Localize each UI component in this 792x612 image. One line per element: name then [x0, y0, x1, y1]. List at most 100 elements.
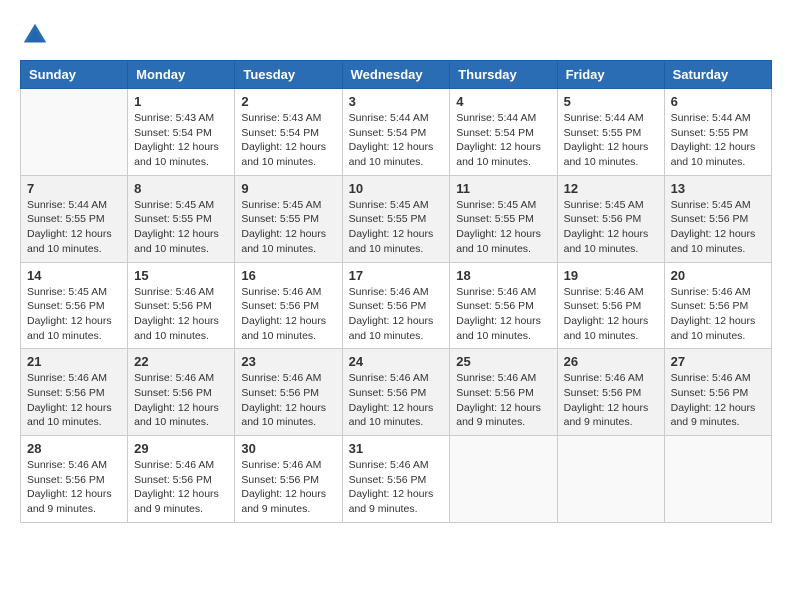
- calendar-header-row: SundayMondayTuesdayWednesdayThursdayFrid…: [21, 61, 772, 89]
- calendar-cell: 13Sunrise: 5:45 AM Sunset: 5:56 PM Dayli…: [664, 175, 771, 262]
- day-number: 20: [671, 268, 765, 283]
- day-info: Sunrise: 5:44 AM Sunset: 5:54 PM Dayligh…: [456, 111, 550, 170]
- logo: [20, 20, 54, 50]
- day-number: 16: [241, 268, 335, 283]
- day-info: Sunrise: 5:45 AM Sunset: 5:55 PM Dayligh…: [241, 198, 335, 257]
- calendar-header-wednesday: Wednesday: [342, 61, 450, 89]
- day-info: Sunrise: 5:46 AM Sunset: 5:56 PM Dayligh…: [349, 285, 444, 344]
- day-number: 28: [27, 441, 121, 456]
- calendar-header-monday: Monday: [128, 61, 235, 89]
- calendar-cell: [21, 89, 128, 176]
- day-info: Sunrise: 5:45 AM Sunset: 5:55 PM Dayligh…: [456, 198, 550, 257]
- day-number: 31: [349, 441, 444, 456]
- day-number: 13: [671, 181, 765, 196]
- logo-icon: [20, 20, 50, 50]
- calendar-header-tuesday: Tuesday: [235, 61, 342, 89]
- calendar-cell: 19 Sunrise: 5:46 AM Sunset: 5:56 PM Dayli…: [557, 262, 664, 349]
- calendar-header-thursday: Thursday: [450, 61, 557, 89]
- day-number: 26: [564, 354, 658, 369]
- day-number: 19: [564, 268, 658, 283]
- calendar-cell: 20 Sunrise: 5:46 AM Sunset: 5:56 PM Dayli…: [664, 262, 771, 349]
- calendar-header-friday: Friday: [557, 61, 664, 89]
- day-number: 12: [564, 181, 658, 196]
- day-info: Sunrise: 5:44 AM Sunset: 5:55 PM Dayligh…: [564, 111, 658, 170]
- day-info: Sunrise: 5:46 AM Sunset: 5:56 PM Dayligh…: [241, 285, 335, 344]
- calendar-cell: [664, 436, 771, 523]
- day-number: 10: [349, 181, 444, 196]
- day-info: Sunrise: 5:44 AM Sunset: 5:55 PM Dayligh…: [27, 198, 121, 257]
- day-info: Sunrise: 5:46 AM Sunset: 5:56 PM Dayligh…: [564, 371, 658, 430]
- day-info: Sunrise: 5:46 AM Sunset: 5:56 PM Dayligh…: [27, 458, 121, 517]
- calendar-cell: [557, 436, 664, 523]
- calendar-cell: 21 Sunrise: 5:46 AM Sunset: 5:56 PM Dayli…: [21, 349, 128, 436]
- day-info: Sunrise: 5:45 AM Sunset: 5:55 PM Dayligh…: [349, 198, 444, 257]
- day-number: 11: [456, 181, 550, 196]
- day-info: Sunrise: 5:46 AM Sunset: 5:56 PM Dayligh…: [456, 285, 550, 344]
- calendar-cell: 4Sunrise: 5:44 AM Sunset: 5:54 PM Daylig…: [450, 89, 557, 176]
- calendar-cell: 31Sunrise: 5:46 AM Sunset: 5:56 PM Dayli…: [342, 436, 450, 523]
- day-number: 24: [349, 354, 444, 369]
- calendar-week-row: 21 Sunrise: 5:46 AM Sunset: 5:56 PM Dayli…: [21, 349, 772, 436]
- calendar-cell: 23 Sunrise: 5:46 AM Sunset: 5:56 PM Dayli…: [235, 349, 342, 436]
- day-info: Sunrise: 5:46 AM Sunset: 5:56 PM Dayligh…: [134, 458, 228, 517]
- calendar-cell: 28 Sunrise: 5:46 AM Sunset: 5:56 PM Dayli…: [21, 436, 128, 523]
- day-info: Sunrise: 5:43 AM Sunset: 5:54 PM Dayligh…: [134, 111, 228, 170]
- calendar-cell: 3 Sunrise: 5:44 AM Sunset: 5:54 PM Daylig…: [342, 89, 450, 176]
- day-info: Sunrise: 5:45 AM Sunset: 5:55 PM Dayligh…: [134, 198, 228, 257]
- day-number: 22: [134, 354, 228, 369]
- calendar-cell: 12Sunrise: 5:45 AM Sunset: 5:56 PM Dayli…: [557, 175, 664, 262]
- day-info: Sunrise: 5:46 AM Sunset: 5:56 PM Dayligh…: [671, 285, 765, 344]
- day-number: 2: [241, 94, 335, 109]
- day-info: Sunrise: 5:45 AM Sunset: 5:56 PM Dayligh…: [27, 285, 121, 344]
- calendar-header-sunday: Sunday: [21, 61, 128, 89]
- day-number: 14: [27, 268, 121, 283]
- day-number: 5: [564, 94, 658, 109]
- calendar-cell: 14 Sunrise: 5:45 AM Sunset: 5:56 PM Dayli…: [21, 262, 128, 349]
- calendar-cell: 29 Sunrise: 5:46 AM Sunset: 5:56 PM Dayli…: [128, 436, 235, 523]
- calendar-week-row: 7 Sunrise: 5:44 AM Sunset: 5:55 PM Daylig…: [21, 175, 772, 262]
- calendar-cell: [450, 436, 557, 523]
- day-number: 27: [671, 354, 765, 369]
- day-info: Sunrise: 5:46 AM Sunset: 5:56 PM Dayligh…: [241, 458, 335, 517]
- calendar-cell: 24 Sunrise: 5:46 AM Sunset: 5:56 PM Dayli…: [342, 349, 450, 436]
- day-number: 23: [241, 354, 335, 369]
- calendar-header-saturday: Saturday: [664, 61, 771, 89]
- day-number: 7: [27, 181, 121, 196]
- day-info: Sunrise: 5:46 AM Sunset: 5:56 PM Dayligh…: [134, 371, 228, 430]
- day-number: 1: [134, 94, 228, 109]
- day-number: 6: [671, 94, 765, 109]
- day-info: Sunrise: 5:46 AM Sunset: 5:56 PM Dayligh…: [564, 285, 658, 344]
- page-header: [20, 20, 772, 50]
- day-number: 3: [349, 94, 444, 109]
- calendar-cell: 16 Sunrise: 5:46 AM Sunset: 5:56 PM Dayli…: [235, 262, 342, 349]
- calendar-cell: 17Sunrise: 5:46 AM Sunset: 5:56 PM Dayli…: [342, 262, 450, 349]
- calendar-cell: 30 Sunrise: 5:46 AM Sunset: 5:56 PM Dayli…: [235, 436, 342, 523]
- calendar-week-row: 28 Sunrise: 5:46 AM Sunset: 5:56 PM Dayli…: [21, 436, 772, 523]
- calendar-cell: 5 Sunrise: 5:44 AM Sunset: 5:55 PM Daylig…: [557, 89, 664, 176]
- day-info: Sunrise: 5:46 AM Sunset: 5:56 PM Dayligh…: [349, 371, 444, 430]
- calendar-cell: 8Sunrise: 5:45 AM Sunset: 5:55 PM Daylig…: [128, 175, 235, 262]
- calendar-cell: 7 Sunrise: 5:44 AM Sunset: 5:55 PM Daylig…: [21, 175, 128, 262]
- calendar-cell: 15Sunrise: 5:46 AM Sunset: 5:56 PM Dayli…: [128, 262, 235, 349]
- day-number: 25: [456, 354, 550, 369]
- calendar-cell: 1 Sunrise: 5:43 AM Sunset: 5:54 PM Daylig…: [128, 89, 235, 176]
- calendar-cell: 27Sunrise: 5:46 AM Sunset: 5:56 PM Dayli…: [664, 349, 771, 436]
- day-info: Sunrise: 5:44 AM Sunset: 5:54 PM Dayligh…: [349, 111, 444, 170]
- calendar-cell: 9 Sunrise: 5:45 AM Sunset: 5:55 PM Daylig…: [235, 175, 342, 262]
- day-number: 30: [241, 441, 335, 456]
- calendar-week-row: 14 Sunrise: 5:45 AM Sunset: 5:56 PM Dayli…: [21, 262, 772, 349]
- day-info: Sunrise: 5:46 AM Sunset: 5:56 PM Dayligh…: [27, 371, 121, 430]
- day-info: Sunrise: 5:46 AM Sunset: 5:56 PM Dayligh…: [134, 285, 228, 344]
- day-info: Sunrise: 5:43 AM Sunset: 5:54 PM Dayligh…: [241, 111, 335, 170]
- day-info: Sunrise: 5:44 AM Sunset: 5:55 PM Dayligh…: [671, 111, 765, 170]
- calendar-cell: 11 Sunrise: 5:45 AM Sunset: 5:55 PM Dayli…: [450, 175, 557, 262]
- day-number: 29: [134, 441, 228, 456]
- day-number: 21: [27, 354, 121, 369]
- calendar-cell: 25 Sunrise: 5:46 AM Sunset: 5:56 PM Dayli…: [450, 349, 557, 436]
- calendar-cell: 10 Sunrise: 5:45 AM Sunset: 5:55 PM Dayli…: [342, 175, 450, 262]
- day-info: Sunrise: 5:46 AM Sunset: 5:56 PM Dayligh…: [456, 371, 550, 430]
- calendar-cell: 18Sunrise: 5:46 AM Sunset: 5:56 PM Dayli…: [450, 262, 557, 349]
- calendar-cell: 22 Sunrise: 5:46 AM Sunset: 5:56 PM Dayli…: [128, 349, 235, 436]
- day-number: 9: [241, 181, 335, 196]
- day-info: Sunrise: 5:46 AM Sunset: 5:56 PM Dayligh…: [241, 371, 335, 430]
